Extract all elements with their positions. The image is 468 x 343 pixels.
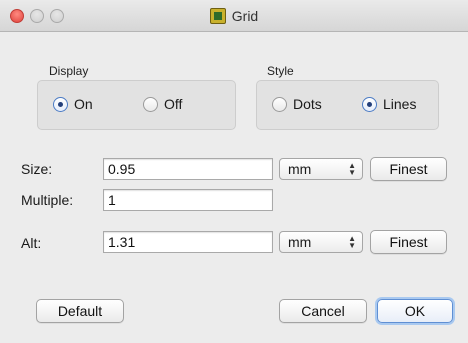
alt-unit-select[interactable]: mm ▲ ▼ <box>279 231 363 253</box>
style-lines-radio[interactable]: Lines <box>362 96 416 112</box>
radio-selected-icon <box>53 96 68 112</box>
style-lines-label: Lines <box>383 96 417 112</box>
display-on-radio[interactable]: On <box>53 96 93 112</box>
display-off-label: Off <box>164 96 183 112</box>
size-input[interactable]: 0.95 <box>103 158 273 180</box>
window-title-area: Grid <box>0 0 468 31</box>
cancel-button[interactable]: Cancel <box>279 299 367 323</box>
radio-unselected-icon <box>272 96 287 112</box>
size-finest-button[interactable]: Finest <box>370 157 447 181</box>
multiple-input[interactable]: 1 <box>103 189 273 211</box>
alt-input[interactable]: 1.31 <box>103 231 273 253</box>
display-group-label: Display <box>49 64 89 78</box>
radio-unselected-icon <box>143 96 158 112</box>
size-unit-value: mm <box>288 161 312 177</box>
multiple-label: Multiple: <box>21 192 74 208</box>
alt-label: Alt: <box>21 235 42 251</box>
size-label: Size: <box>21 161 53 177</box>
alt-finest-button[interactable]: Finest <box>370 230 447 254</box>
title-bar: Grid <box>0 0 468 32</box>
default-button[interactable]: Default <box>36 299 124 323</box>
display-on-label: On <box>74 96 93 112</box>
style-dots-radio[interactable]: Dots <box>272 96 322 112</box>
grid-app-icon <box>209 7 226 24</box>
ok-button[interactable]: OK <box>377 299 453 323</box>
alt-unit-value: mm <box>288 234 312 250</box>
window-title: Grid <box>231 7 259 24</box>
size-unit-select[interactable]: mm ▲ ▼ <box>279 158 363 180</box>
style-dots-label: Dots <box>293 96 322 112</box>
radio-selected-icon <box>362 96 377 112</box>
updown-arrows-icon: ▲ ▼ <box>348 234 356 250</box>
style-group-label: Style <box>267 64 294 78</box>
updown-arrows-icon: ▲ ▼ <box>348 161 356 177</box>
display-off-radio[interactable]: Off <box>143 96 182 112</box>
